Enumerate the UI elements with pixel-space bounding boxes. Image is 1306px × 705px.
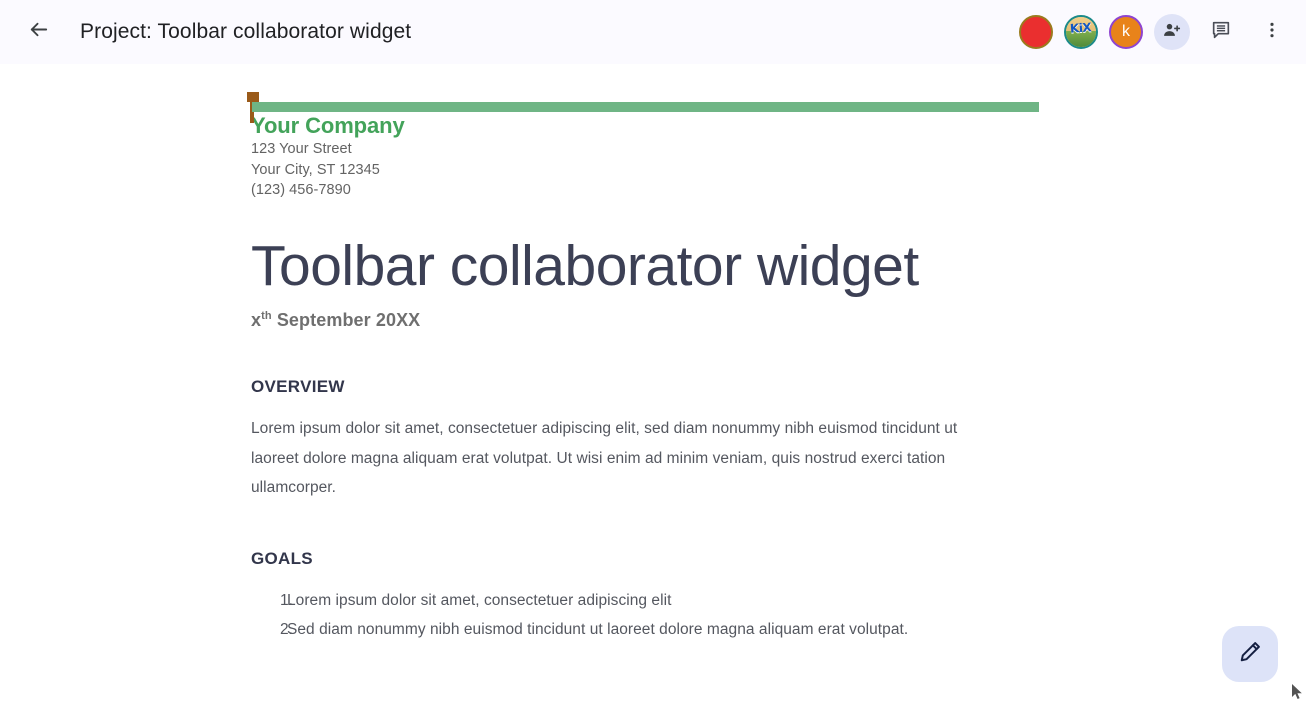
collaborator-avatar-kix[interactable]: KiX	[1064, 15, 1098, 49]
back-arrow-icon	[27, 18, 50, 46]
app-bar: Project: Toolbar collaborator widget KiX…	[0, 0, 1306, 64]
list-item: 1. Lorem ipsum dolor sit amet, consectet…	[251, 586, 1041, 616]
more-vert-icon	[1262, 20, 1282, 45]
company-name: Your Company	[251, 113, 405, 138]
list-item-number: 1.	[280, 591, 294, 609]
avatar-initial: k	[1122, 23, 1130, 40]
edit-fab-button[interactable]	[1222, 626, 1278, 682]
section-heading-overview: OVERVIEW	[251, 377, 345, 397]
letterhead-rule-row	[247, 64, 1041, 123]
section-body-overview: Lorem ipsum dolor sit amet, consectetuer…	[251, 420, 958, 497]
pencil-icon	[1238, 639, 1263, 669]
document-canvas[interactable]: Your Company 123 Your Street Your City, …	[0, 64, 1306, 702]
back-button[interactable]	[18, 12, 58, 52]
more-options-button[interactable]	[1252, 12, 1292, 52]
document-date: xth September 20XX	[251, 310, 1041, 331]
mouse-cursor-icon	[1292, 684, 1304, 700]
company-address-line-1: 123 Your Street	[251, 141, 352, 157]
document-title: Toolbar collaborator widget	[251, 233, 919, 298]
letterhead-green-bar	[252, 102, 1039, 112]
list-item: 2. Sed diam nonummy nibh euismod tincidu…	[251, 615, 1041, 645]
collaborator-avatar-red[interactable]	[1019, 15, 1053, 49]
date-prefix: x	[251, 310, 262, 331]
company-address-line-2: Your City, ST 12345	[251, 161, 380, 178]
document-body: Your Company 123 Your Street Your City, …	[247, 64, 1041, 645]
company-phone: (123) 456-7890	[251, 182, 351, 198]
page-title: Project: Toolbar collaborator widget	[80, 20, 412, 43]
date-rest: September 20XX	[271, 310, 421, 331]
date-ordinal-suffix: th	[261, 310, 272, 323]
list-item-text: Sed diam nonummy nibh euismod tincidunt …	[287, 621, 909, 639]
add-person-button[interactable]	[1154, 14, 1190, 50]
list-item-number: 2.	[280, 621, 294, 639]
section-heading-goals: GOALS	[251, 548, 313, 568]
goals-list: 1. Lorem ipsum dolor sit amet, consectet…	[251, 586, 1041, 645]
comments-button[interactable]	[1201, 12, 1241, 52]
collaborator-list: KiX k	[1019, 12, 1292, 52]
collaborator-avatar-k[interactable]: k	[1109, 15, 1143, 49]
avatar-logo-text: KiX	[1069, 20, 1093, 36]
person-add-icon	[1162, 20, 1182, 45]
list-item-text: Lorem ipsum dolor sit amet, consectetuer…	[287, 591, 672, 609]
comment-icon	[1210, 19, 1232, 46]
